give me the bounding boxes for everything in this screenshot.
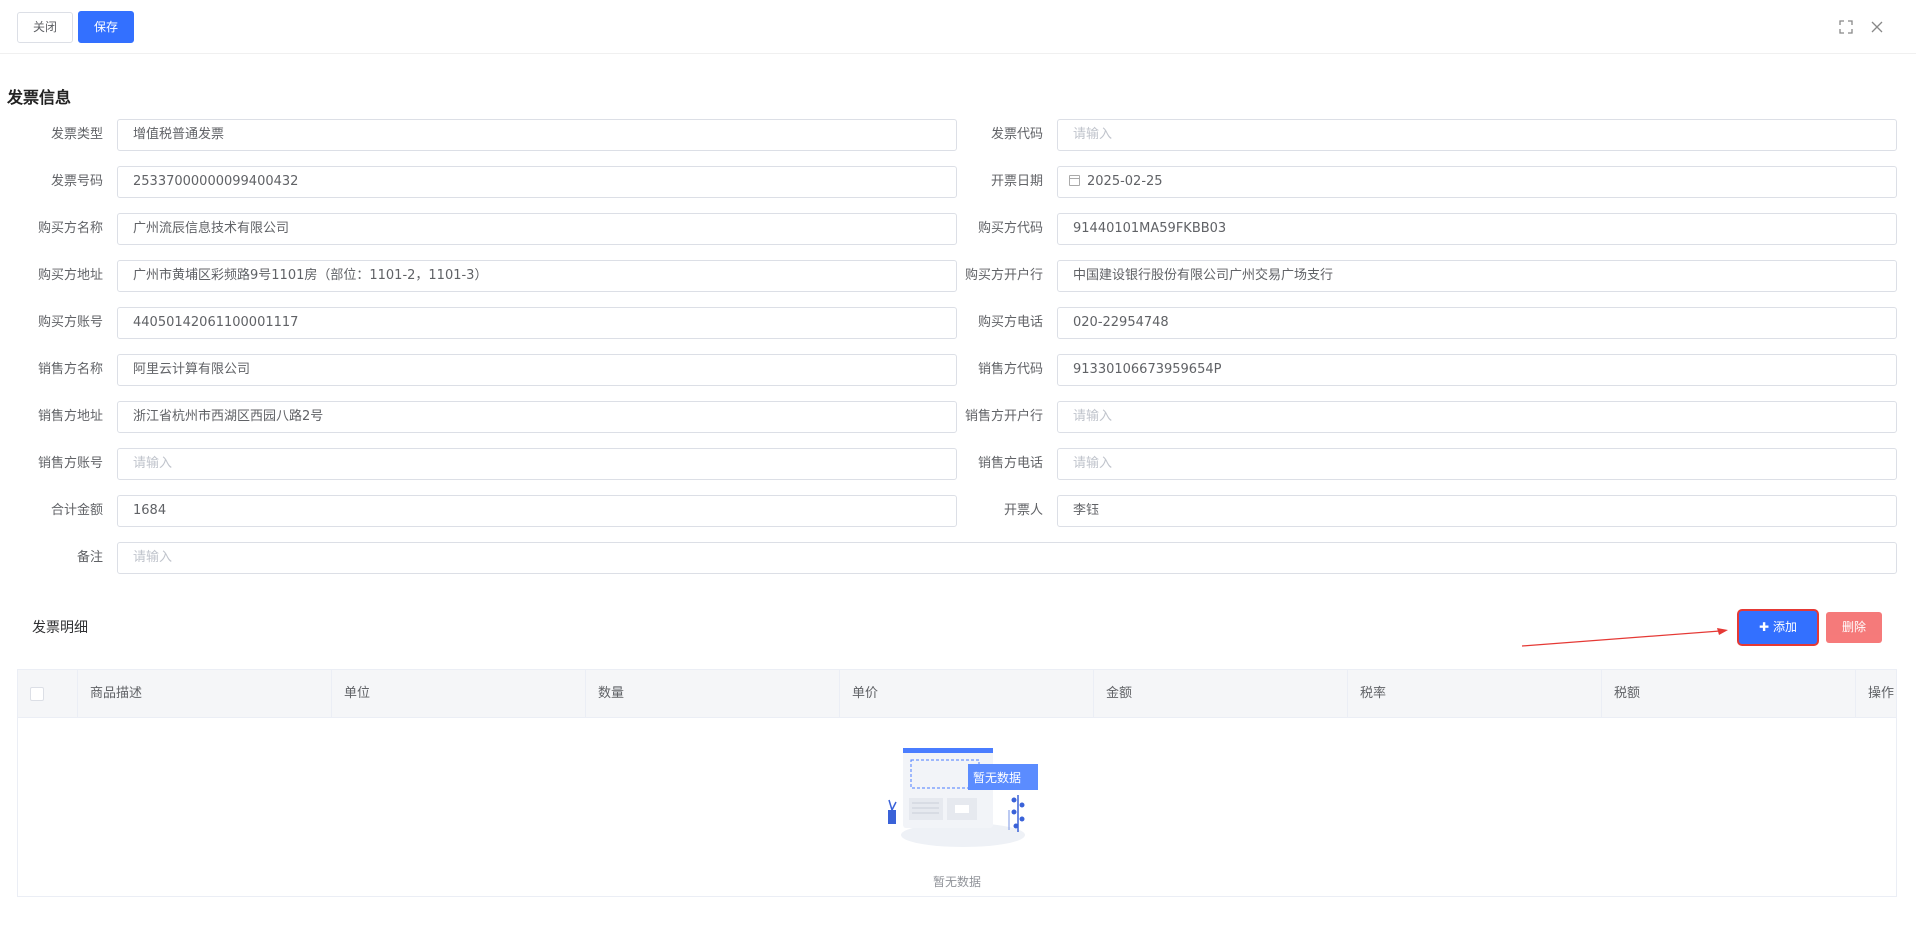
- invoice-code-field[interactable]: 请输入: [1057, 119, 1897, 151]
- buyer-phone-label: 购买方电话: [977, 315, 1043, 330]
- invoice-type-field[interactable]: 增值税普通发票: [117, 119, 957, 151]
- column-header: 税率: [1348, 670, 1602, 718]
- detail-title: 发票明细: [32, 620, 88, 636]
- buyer-phone-field[interactable]: 020-22954748: [1057, 307, 1897, 339]
- buyer-address-label: 购买方地址: [37, 268, 103, 283]
- buyer-code-label: 购买方代码: [977, 221, 1043, 236]
- buyer-bank-field[interactable]: 中国建设银行股份有限公司广州交易广场支行: [1057, 260, 1897, 292]
- add-button-label: 添加: [1773, 620, 1798, 634]
- empty-badge-text: 暂无数据: [973, 770, 1021, 785]
- save-button[interactable]: 保存: [78, 11, 134, 43]
- column-header: 单位: [332, 670, 586, 718]
- invoice-number-field[interactable]: 25337000000099400432: [117, 166, 957, 198]
- seller-bank-label: 销售方开户行: [964, 409, 1043, 424]
- buyer-account-label: 购买方账号: [37, 315, 103, 330]
- issue-date-field[interactable]: 2025-02-25: [1057, 166, 1897, 198]
- buyer-bank-label: 购买方开户行: [964, 268, 1043, 283]
- buyer-name-field[interactable]: 广州流辰信息技术有限公司: [117, 213, 957, 245]
- empty-state-illustration: 暂无数据: [888, 748, 1038, 847]
- seller-code-field[interactable]: 91330106673959654P: [1057, 354, 1897, 386]
- column-header: 金额: [1094, 670, 1348, 718]
- seller-name-field[interactable]: 阿里云计算有限公司: [117, 354, 957, 386]
- detail-table: 商品描述 单位 数量 单价 金额 税率 税额 操作 暂无数据 暂无数据: [17, 669, 1897, 897]
- maximize-icon[interactable]: [1837, 18, 1855, 36]
- seller-account-label: 销售方账号: [37, 456, 103, 471]
- invoice-code-label: 发票代码: [990, 127, 1043, 142]
- column-header: 数量: [586, 670, 840, 718]
- column-header: 单价: [840, 670, 1094, 718]
- invoice-number-label: 发票号码: [50, 174, 103, 189]
- column-header: 商品描述: [78, 670, 332, 718]
- seller-code-label: 销售方代码: [977, 362, 1043, 377]
- invoice-type-label: 发票类型: [50, 127, 103, 142]
- seller-phone-label: 销售方电话: [977, 456, 1043, 471]
- empty-text: 暂无数据: [932, 875, 981, 889]
- buyer-code-field[interactable]: 91440101MA59FKBB03: [1057, 213, 1897, 245]
- select-all-checkbox[interactable]: [30, 687, 44, 701]
- column-header: 操作: [1868, 686, 1895, 701]
- section-title: 发票信息: [7, 88, 72, 107]
- buyer-account-field[interactable]: 44050142061100001117: [117, 307, 957, 339]
- calendar-icon: [1069, 175, 1080, 186]
- remark-field[interactable]: 请输入: [117, 542, 1897, 574]
- buyer-name-label: 购买方名称: [37, 221, 103, 236]
- annotation-arrow: [1521, 628, 1728, 647]
- buyer-address-field[interactable]: 广州市黄埔区彩频路9号1101房（部位：1101-2，1101-3）: [117, 260, 957, 292]
- total-amount-label: 合计金额: [50, 503, 103, 518]
- select-all-cell: [18, 670, 78, 718]
- issuer-label: 开票人: [1003, 503, 1043, 518]
- seller-account-field[interactable]: 请输入: [117, 448, 957, 480]
- column-header: 税额: [1602, 670, 1856, 718]
- total-amount-field[interactable]: 1684: [117, 495, 957, 527]
- table-header: 商品描述 单位 数量 单价 金额 税率 税额 操作: [18, 670, 1896, 718]
- seller-name-label: 销售方名称: [37, 362, 103, 377]
- plus-icon: ✚: [1758, 620, 1770, 634]
- seller-bank-field[interactable]: 请输入: [1057, 401, 1897, 433]
- close-button[interactable]: 关闭: [17, 12, 73, 43]
- issuer-field[interactable]: 李钰: [1057, 495, 1897, 527]
- close-icon[interactable]: [1868, 18, 1886, 36]
- delete-button[interactable]: 删除: [1826, 612, 1882, 643]
- issue-date-label: 开票日期: [990, 174, 1043, 189]
- seller-address-label: 销售方地址: [37, 409, 103, 424]
- remark-label: 备注: [76, 550, 103, 565]
- issue-date-value: 2025-02-25: [1087, 174, 1163, 189]
- seller-address-field[interactable]: 浙江省杭州市西湖区西园八路2号: [117, 401, 957, 433]
- add-button[interactable]: ✚ 添加: [1739, 611, 1817, 644]
- top-toolbar: 关闭 保存: [0, 0, 1916, 54]
- seller-phone-field[interactable]: 请输入: [1057, 448, 1897, 480]
